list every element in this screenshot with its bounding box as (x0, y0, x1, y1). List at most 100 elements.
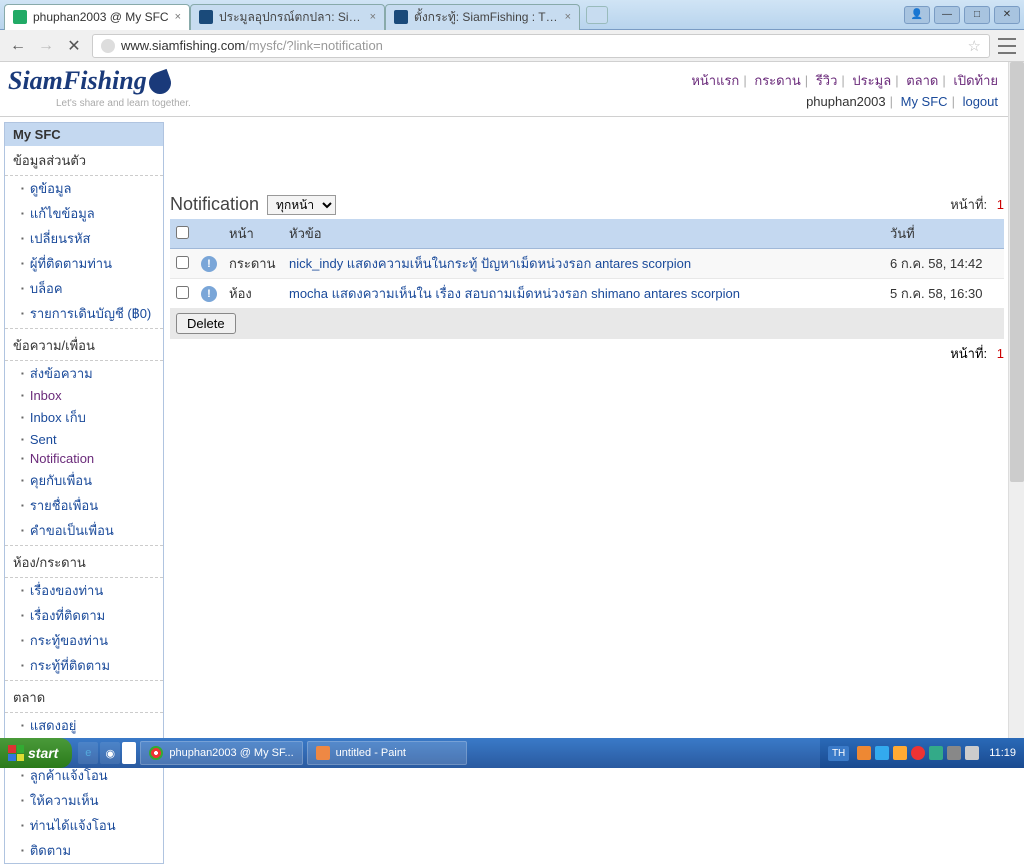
info-icon: ! (201, 286, 217, 302)
clock[interactable]: 11:19 (989, 747, 1016, 759)
nav-open[interactable]: เปิดท้าย (953, 73, 998, 88)
site-logo[interactable]: SiamFishing (8, 66, 171, 96)
system-tray: TH 11:19 (820, 738, 1024, 768)
page-title: Notification (170, 194, 259, 215)
sidebar-item-you-transferred[interactable]: ท่านได้แจ้งโอน (5, 813, 163, 838)
start-button[interactable]: start (0, 738, 72, 768)
close-icon[interactable]: × (370, 11, 376, 23)
paint-icon (316, 746, 330, 760)
favicon-icon (394, 10, 408, 24)
top-nav: หน้าแรก| กระดาน| รีวิว| ประมูล| ตลาด| เป… (691, 70, 998, 91)
language-indicator[interactable]: TH (828, 746, 849, 761)
nav-home[interactable]: หน้าแรก (691, 73, 739, 88)
browser-tab[interactable]: ประมูลอุปกรณ์ตกปลา: SiamFi × (190, 4, 385, 30)
my-sfc-link[interactable]: My SFC (901, 94, 948, 109)
close-window-button[interactable]: ✕ (994, 6, 1020, 24)
sidebar-item-edit[interactable]: แก้ไขข้อมูล (5, 201, 163, 226)
sidebar-section-rooms: ห้อง/กระดาน (5, 548, 163, 578)
sidebar-title: My SFC (5, 123, 163, 146)
sidebar-item-your-threads[interactable]: กระทู้ของท่าน (5, 628, 163, 653)
forward-button[interactable]: → (36, 36, 56, 56)
table-row: ! ห้อง mocha แสดงความเห็นใน เรื่อง สอบถา… (170, 279, 1004, 309)
user-icon[interactable]: 👤 (904, 6, 930, 24)
sidebar-item-sent[interactable]: Sent (5, 430, 163, 449)
sidebar-item-requests[interactable]: คำขอเป็นเพื่อน (5, 518, 163, 543)
nav-review[interactable]: รีวิว (816, 73, 838, 88)
tray-icon[interactable] (893, 746, 907, 760)
ql-chrome-icon[interactable]: ◉ (100, 742, 120, 764)
sidebar-item-chat[interactable]: คุยกับเพื่อน (5, 468, 163, 493)
sidebar-item-friends[interactable]: รายชื่อเพื่อน (5, 493, 163, 518)
tray-icon[interactable] (875, 746, 889, 760)
close-icon[interactable]: × (175, 11, 181, 23)
ql-explorer-icon[interactable] (122, 742, 136, 764)
stop-button[interactable]: ✕ (64, 36, 84, 56)
minimize-button[interactable]: — (934, 6, 960, 24)
maximize-button[interactable]: □ (964, 6, 990, 24)
fish-icon (146, 69, 174, 97)
tray-icon[interactable] (965, 746, 979, 760)
taskbar-item-paint[interactable]: untitled - Paint (307, 741, 467, 765)
scrollbar-thumb[interactable] (1010, 62, 1024, 482)
row-subject-link[interactable]: mocha แสดงความเห็นใน เรื่อง สอบถามเม็ดหน… (289, 286, 740, 301)
sidebar-item-transactions[interactable]: รายการเดินบัญชี (฿0) (5, 301, 163, 326)
close-icon[interactable]: × (565, 11, 571, 23)
browser-tab-strip: phuphan2003 @ My SFC × ประมูลอุปกรณ์ตกปล… (0, 0, 1024, 30)
row-checkbox[interactable] (176, 286, 189, 299)
sidebar-item-password[interactable]: เปลี่ยนรหัส (5, 226, 163, 251)
sidebar-item-block[interactable]: บล็อค (5, 276, 163, 301)
row-date: 5 ก.ค. 58, 16:30 (884, 279, 1004, 309)
tray-icon[interactable] (947, 746, 961, 760)
sidebar-item-followers[interactable]: ผู้ที่ติดตามท่าน (5, 251, 163, 276)
sidebar-item-followed-threads[interactable]: กระทู้ที่ติดตาม (5, 653, 163, 678)
quick-launch: e ◉ (78, 742, 136, 764)
select-all-checkbox[interactable] (176, 226, 189, 239)
page-number-bottom: 1 (997, 346, 1004, 361)
tray-icon[interactable] (911, 746, 925, 760)
menu-icon[interactable] (998, 38, 1016, 54)
row-date: 6 ก.ค. 58, 14:42 (884, 249, 1004, 279)
favicon-icon (13, 10, 27, 24)
tab-title: phuphan2003 @ My SFC (33, 10, 169, 24)
sidebar-section-messages: ข้อความ/เพื่อน (5, 331, 163, 361)
sidebar-item-give-feedback[interactable]: ให้ความเห็น (5, 788, 163, 813)
sidebar-item-send[interactable]: ส่งข้อความ (5, 361, 163, 386)
sidebar-item-showing[interactable]: แสดงอยู่ (5, 713, 163, 738)
bookmark-star-icon[interactable]: ☆ (968, 37, 981, 55)
new-tab-button[interactable] (586, 6, 608, 24)
tab-title: ตั้งกระทู้: SiamFishing : Thaila (414, 8, 559, 27)
back-button[interactable]: ← (8, 36, 28, 56)
row-checkbox[interactable] (176, 256, 189, 269)
sidebar-item-view[interactable]: ดูข้อมูล (5, 176, 163, 201)
notification-table: หน้า หัวข้อ วันที่ ! กระดาน nick_indy แส… (170, 219, 1004, 339)
nav-board[interactable]: กระดาน (754, 73, 800, 88)
ql-ie-icon[interactable]: e (78, 742, 98, 764)
scrollbar[interactable] (1008, 62, 1024, 746)
browser-tab-active[interactable]: phuphan2003 @ My SFC × (4, 4, 190, 30)
tray-icon[interactable] (857, 746, 871, 760)
sidebar-item-your-stories[interactable]: เรื่องของท่าน (5, 578, 163, 603)
sidebar-item-inbox-saved[interactable]: Inbox เก็บ (5, 405, 163, 430)
sidebar-item-followed-stories[interactable]: เรื่องที่ติดตาม (5, 603, 163, 628)
delete-button[interactable]: Delete (176, 313, 236, 334)
windows-icon (8, 745, 24, 761)
nav-market[interactable]: ตลาด (906, 73, 938, 88)
tray-icon[interactable] (929, 746, 943, 760)
sidebar-item-inbox[interactable]: Inbox (5, 386, 163, 405)
sidebar-item-following[interactable]: ติดตาม (5, 838, 163, 863)
url-bar[interactable]: www.siamfishing.com/mysfc/?link=notifica… (92, 34, 990, 58)
filter-select[interactable]: ทุกหน้า (267, 195, 336, 215)
user-nav: phuphan2003| My SFC| logout (806, 94, 998, 109)
page-label: หน้าที่: (950, 197, 987, 212)
sidebar-item-notification[interactable]: Notification (5, 449, 163, 468)
favicon-icon (199, 10, 213, 24)
taskbar-item-chrome[interactable]: phuphan2003 @ My SF... (140, 741, 302, 765)
nav-auction[interactable]: ประมูล (852, 73, 891, 88)
username: phuphan2003 (806, 94, 886, 109)
row-page: ห้อง (223, 279, 283, 309)
row-subject-link[interactable]: nick_indy แสดงความเห็นในกระทู้ ปัญหาเม็ด… (289, 256, 691, 271)
sidebar-section-profile: ข้อมูลส่วนตัว (5, 146, 163, 176)
browser-tab[interactable]: ตั้งกระทู้: SiamFishing : Thaila × (385, 4, 580, 30)
logout-link[interactable]: logout (963, 94, 998, 109)
col-page: หน้า (223, 219, 283, 249)
